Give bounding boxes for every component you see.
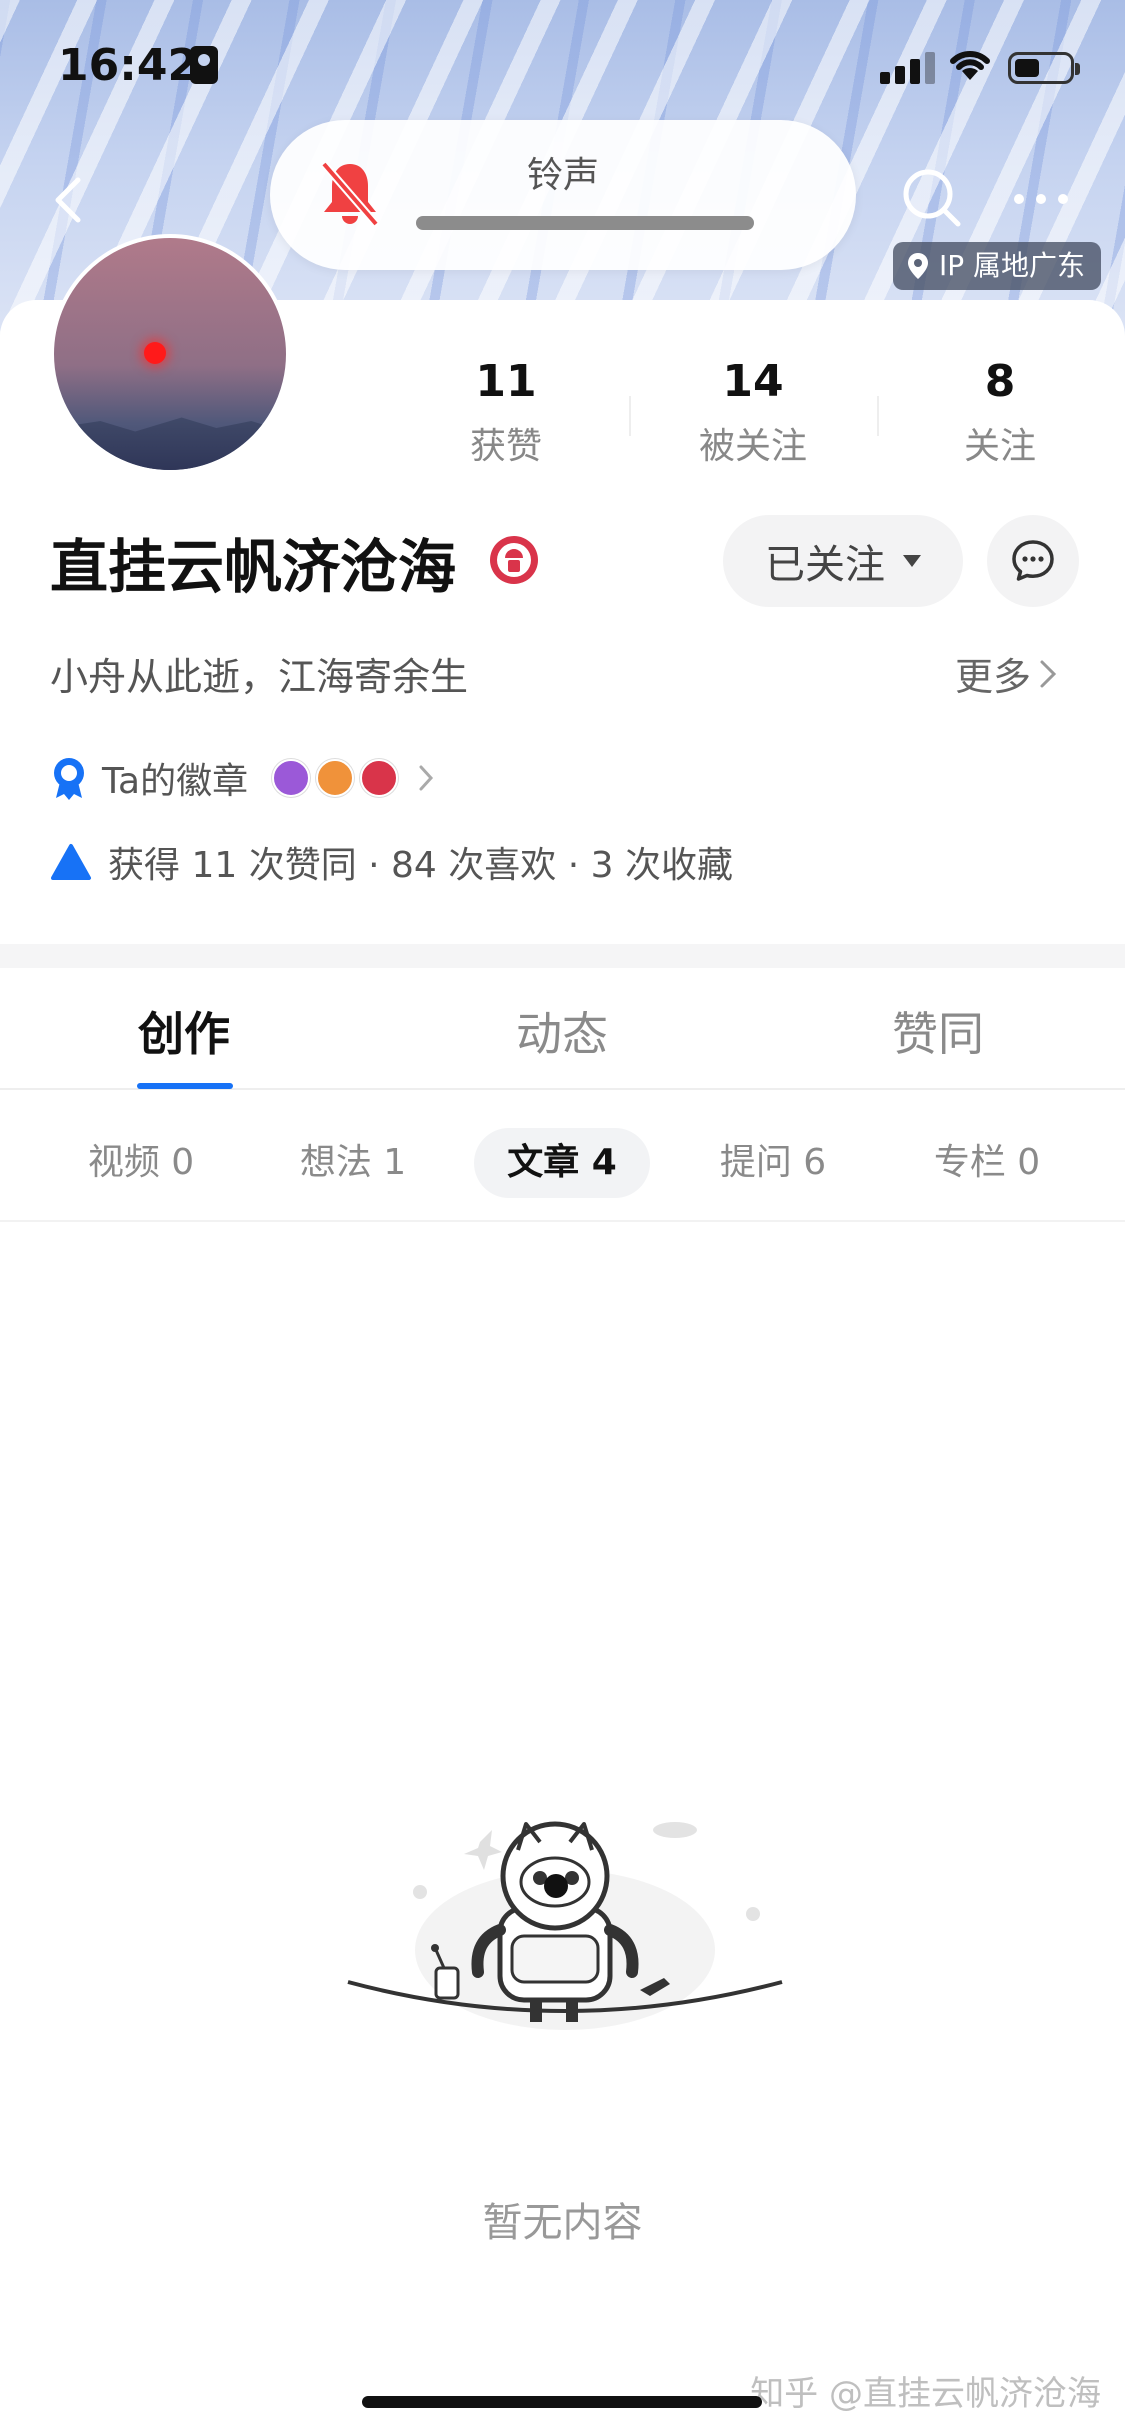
- user-name: 直挂云帆济沧海: [50, 533, 457, 601]
- stat-divider: [629, 396, 631, 436]
- subtab-thoughts[interactable]: 想法 1: [282, 1128, 424, 1198]
- empty-state-text: 暂无内容: [482, 2200, 643, 2246]
- battery-icon: [1008, 52, 1080, 84]
- ringtone-toast[interactable]: 铃声: [270, 120, 856, 270]
- home-indicator[interactable]: [362, 2396, 762, 2408]
- triangle-up-icon: [51, 844, 91, 880]
- more-dots-icon[interactable]: [1012, 178, 1072, 218]
- stat-following-value: 8: [984, 356, 1016, 407]
- badges-label: Ta的徽章: [102, 761, 249, 802]
- achievements-row: 获得 11 次赞同 · 84 次喜欢 · 3 次收藏: [50, 836, 733, 888]
- tab-indicator: [137, 1083, 233, 1089]
- follow-button-label: 已关注: [765, 542, 885, 588]
- subtab-videos[interactable]: 视频 0: [70, 1128, 212, 1198]
- stat-likes-label: 获赞: [469, 426, 542, 467]
- stat-followers-value: 14: [722, 356, 784, 407]
- watermark: 知乎 @直挂云帆济沧海: [750, 2374, 1101, 2414]
- badge-ribbon-icon: [54, 758, 84, 800]
- badges-row[interactable]: Ta的徽章: [50, 752, 434, 804]
- stat-likes[interactable]: 11 获赞: [416, 356, 596, 469]
- stat-followers-label: 被关注: [698, 426, 807, 467]
- stat-likes-value: 11: [475, 356, 537, 407]
- cellular-signal-icon: [880, 52, 936, 84]
- back-arrow-icon[interactable]: [40, 160, 100, 240]
- ringtone-label: 铃声: [526, 155, 599, 196]
- pen-badge-icon: [272, 759, 311, 797]
- tab-activity[interactable]: 动态: [462, 998, 662, 1064]
- more-link-label: 更多: [955, 655, 1032, 699]
- avatar[interactable]: [50, 234, 290, 474]
- chevron-right-icon: [1040, 660, 1057, 687]
- medal-icon[interactable]: [488, 534, 540, 586]
- stat-followers[interactable]: 14 被关注: [663, 356, 843, 469]
- search-icon[interactable]: [900, 166, 964, 230]
- sub-tab-bar: 视频 0 想法 1 文章 4 提问 6 专栏 0: [0, 1090, 1125, 1222]
- ringtone-volume-bar[interactable]: [416, 216, 754, 230]
- person-badge-icon: [316, 759, 355, 797]
- status-time: 16:42: [58, 40, 199, 91]
- caret-down-icon: [903, 555, 921, 567]
- bio-text: 小舟从此逝，江海寄余生: [50, 655, 469, 699]
- wifi-icon: [950, 50, 990, 80]
- stat-following-label: 关注: [963, 426, 1036, 467]
- message-button[interactable]: [987, 515, 1079, 607]
- chevron-right-icon: [419, 765, 434, 791]
- section-divider: [0, 944, 1125, 968]
- tab-upvoted[interactable]: 赞同: [838, 998, 1038, 1064]
- stat-following[interactable]: 8 关注: [910, 356, 1090, 469]
- stat-divider: [877, 396, 879, 436]
- more-link[interactable]: 更多: [955, 646, 1057, 701]
- tab-creations[interactable]: 创作: [84, 998, 284, 1064]
- location-pin-icon: [908, 253, 928, 279]
- subtab-articles[interactable]: 文章 4: [474, 1128, 650, 1198]
- follow-button[interactable]: 已关注: [723, 515, 963, 607]
- subtab-columns[interactable]: 专栏 0: [916, 1128, 1058, 1198]
- achievements-text: 获得 11 次赞同 · 84 次喜欢 · 3 次收藏: [108, 845, 733, 886]
- subtab-questions[interactable]: 提问 6: [702, 1128, 844, 1198]
- empty-state-robot-illustration: [347, 1821, 783, 2030]
- main-tab-bar: 创作 动态 赞同: [0, 968, 1125, 1090]
- medal-badge-icon: [360, 759, 399, 797]
- chat-bubble-icon: [1012, 540, 1054, 581]
- ip-location-badge: IP 属地广东: [893, 242, 1102, 290]
- contact-card-icon: [190, 46, 218, 84]
- ip-location-text: IP 属地广东: [939, 249, 1086, 282]
